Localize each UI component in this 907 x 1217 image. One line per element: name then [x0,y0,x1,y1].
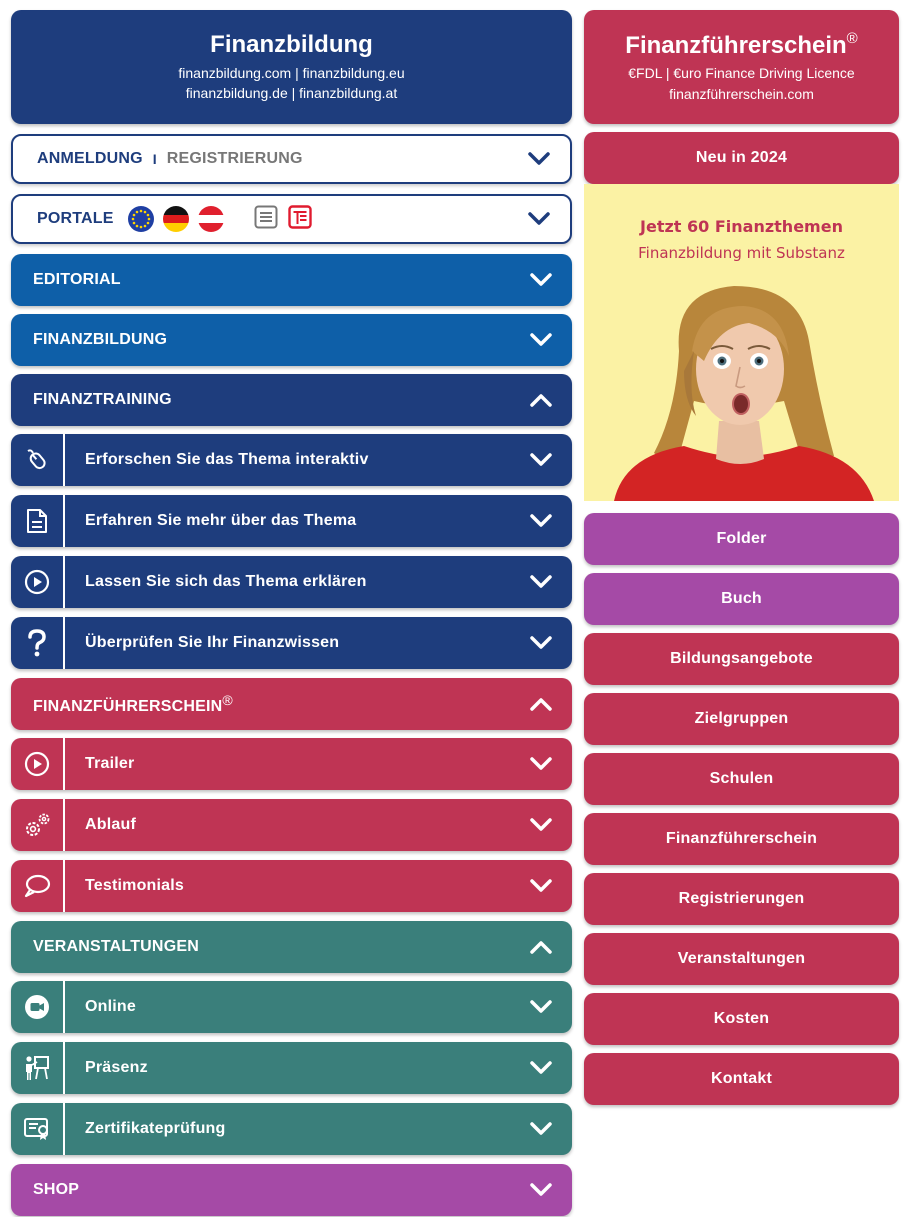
finanztraining-item[interactable]: Lassen Sie sich das Thema erklären [11,556,572,608]
section-label: SHOP [33,1181,80,1198]
finanzfuehrerschein-button[interactable]: Finanzführerschein [584,813,899,865]
layout-document-icon[interactable] [287,204,312,234]
kontakt-button[interactable]: Kontakt [584,1053,899,1105]
register-link[interactable]: REGISTRIERUNG [167,150,303,168]
chevron-down-icon[interactable] [530,575,552,589]
document-icon [11,495,65,547]
schulen-button[interactable]: Schulen [584,753,899,805]
veranstaltungen-item[interactable]: Zertifikateprüfung [11,1103,572,1155]
play-icon [11,556,65,608]
gears-icon [11,799,65,851]
fuehrerschein-item[interactable]: Ablauf [11,799,572,851]
zielgruppen-button[interactable]: Zielgruppen [584,693,899,745]
video-camera-icon [11,981,65,1033]
play-icon [11,738,65,790]
portale-bar[interactable]: PORTALE [11,194,572,244]
chevron-up-icon[interactable] [530,697,552,711]
section-label: FINANZBILDUNG [33,331,168,348]
chevron-down-icon[interactable] [530,757,552,771]
finanzbildung-header[interactable]: Finanzbildung finanzbildung.com | finanz… [11,10,572,124]
finanztraining-item[interactable]: Überprüfen Sie Ihr Finanzwissen [11,617,572,669]
item-label: Ablauf [85,816,136,833]
section-label: FINANZFÜHRERSCHEIN® [33,692,233,715]
promo-panel[interactable]: Jetzt 60 Finanzthemen Finanzbildung mit … [584,184,899,501]
chevron-down-icon[interactable] [528,152,550,166]
login-register-bar[interactable]: ANMELDUNG I REGISTRIERUNG [11,134,572,184]
chevron-up-icon[interactable] [530,940,552,954]
item-label: Erfahren Sie mehr über das Thema [85,512,357,529]
header-subtitle: €FDL | €uro Finance Driving Licence [628,64,855,81]
chevron-down-icon[interactable] [530,1183,552,1197]
question-icon [11,617,65,669]
portale-label: PORTALE [37,210,114,227]
login-link[interactable]: ANMELDUNG [37,150,143,168]
chevron-down-icon[interactable] [530,1061,552,1075]
item-label: Überprüfen Sie Ihr Finanzwissen [85,634,340,651]
item-label: Lassen Sie sich das Thema erklären [85,573,367,590]
separator: I [152,151,157,167]
header-title: Finanzführerschein® [625,29,858,59]
fuehrerschein-item[interactable]: Trailer [11,738,572,790]
chevron-down-icon[interactable] [530,514,552,528]
section-finanzbildung[interactable]: FINANZBILDUNG [11,314,572,366]
certificate-icon [11,1103,65,1155]
neu-in-2024-button[interactable]: Neu in 2024 [584,132,899,184]
chevron-down-icon[interactable] [530,453,552,467]
section-editorial[interactable]: EDITORIAL [11,254,572,306]
chevron-down-icon[interactable] [528,212,550,226]
promo-subtitle: Finanzbildung mit Substanz [638,244,845,262]
chevron-down-icon[interactable] [530,1122,552,1136]
section-label: EDITORIAL [33,271,121,288]
item-label: Erforschen Sie das Thema interaktiv [85,451,369,468]
austria-flag-icon[interactable] [197,206,224,232]
speech-bubble-icon [11,860,65,912]
buch-button[interactable]: Buch [584,573,899,625]
finanztraining-item[interactable]: Erforschen Sie das Thema interaktiv [11,434,572,486]
section-finanzfuehrerschein[interactable]: FINANZFÜHRERSCHEIN® [11,678,572,730]
registrierungen-button[interactable]: Registrierungen [584,873,899,925]
bildungsangebote-button[interactable]: Bildungsangebote [584,633,899,685]
surprised-woman-photo [614,286,874,501]
eu-flag-icon[interactable] [127,206,154,232]
section-shop[interactable]: SHOP [11,1164,572,1216]
chevron-down-icon[interactable] [530,333,552,347]
list-document-icon[interactable] [254,205,278,234]
item-label: Online [85,998,136,1015]
mouse-icon [11,434,65,486]
veranstaltungen-item[interactable]: Präsenz [11,1042,572,1094]
header-domains-2: finanzbildung.de | finanzbildung.at [185,85,398,101]
germany-flag-icon[interactable] [162,206,189,232]
chevron-down-icon[interactable] [530,1000,552,1014]
item-label: Präsenz [85,1059,148,1076]
kosten-button[interactable]: Kosten [584,993,899,1045]
veranstaltungen-item[interactable]: Online [11,981,572,1033]
header-domain: finanzführerschein.com [669,85,814,102]
item-label: Zertifikateprüfung [85,1120,226,1137]
section-label: VERANSTALTUNGEN [33,938,199,955]
fuehrerschein-item[interactable]: Testimonials [11,860,572,912]
item-label: Testimonials [85,877,185,894]
chevron-down-icon[interactable] [530,636,552,650]
chevron-down-icon[interactable] [530,818,552,832]
chevron-down-icon[interactable] [530,273,552,287]
folder-button[interactable]: Folder [584,513,899,565]
finanzfuehrerschein-header[interactable]: Finanzführerschein® €FDL | €uro Finance … [584,10,899,124]
veranstaltungen-button[interactable]: Veranstaltungen [584,933,899,985]
chevron-up-icon[interactable] [530,393,552,407]
section-veranstaltungen[interactable]: VERANSTALTUNGEN [11,921,572,973]
finanztraining-item[interactable]: Erfahren Sie mehr über das Thema [11,495,572,547]
item-label: Trailer [85,755,135,772]
section-finanztraining[interactable]: FINANZTRAINING [11,374,572,426]
promo-title: Jetzt 60 Finanzthemen [640,217,843,236]
header-domains-1: finanzbildung.com | finanzbildung.eu [178,65,405,81]
header-title: Finanzbildung [210,31,373,58]
section-label: FINANZTRAINING [33,391,172,408]
chevron-down-icon[interactable] [530,879,552,893]
presenter-icon [11,1042,65,1094]
